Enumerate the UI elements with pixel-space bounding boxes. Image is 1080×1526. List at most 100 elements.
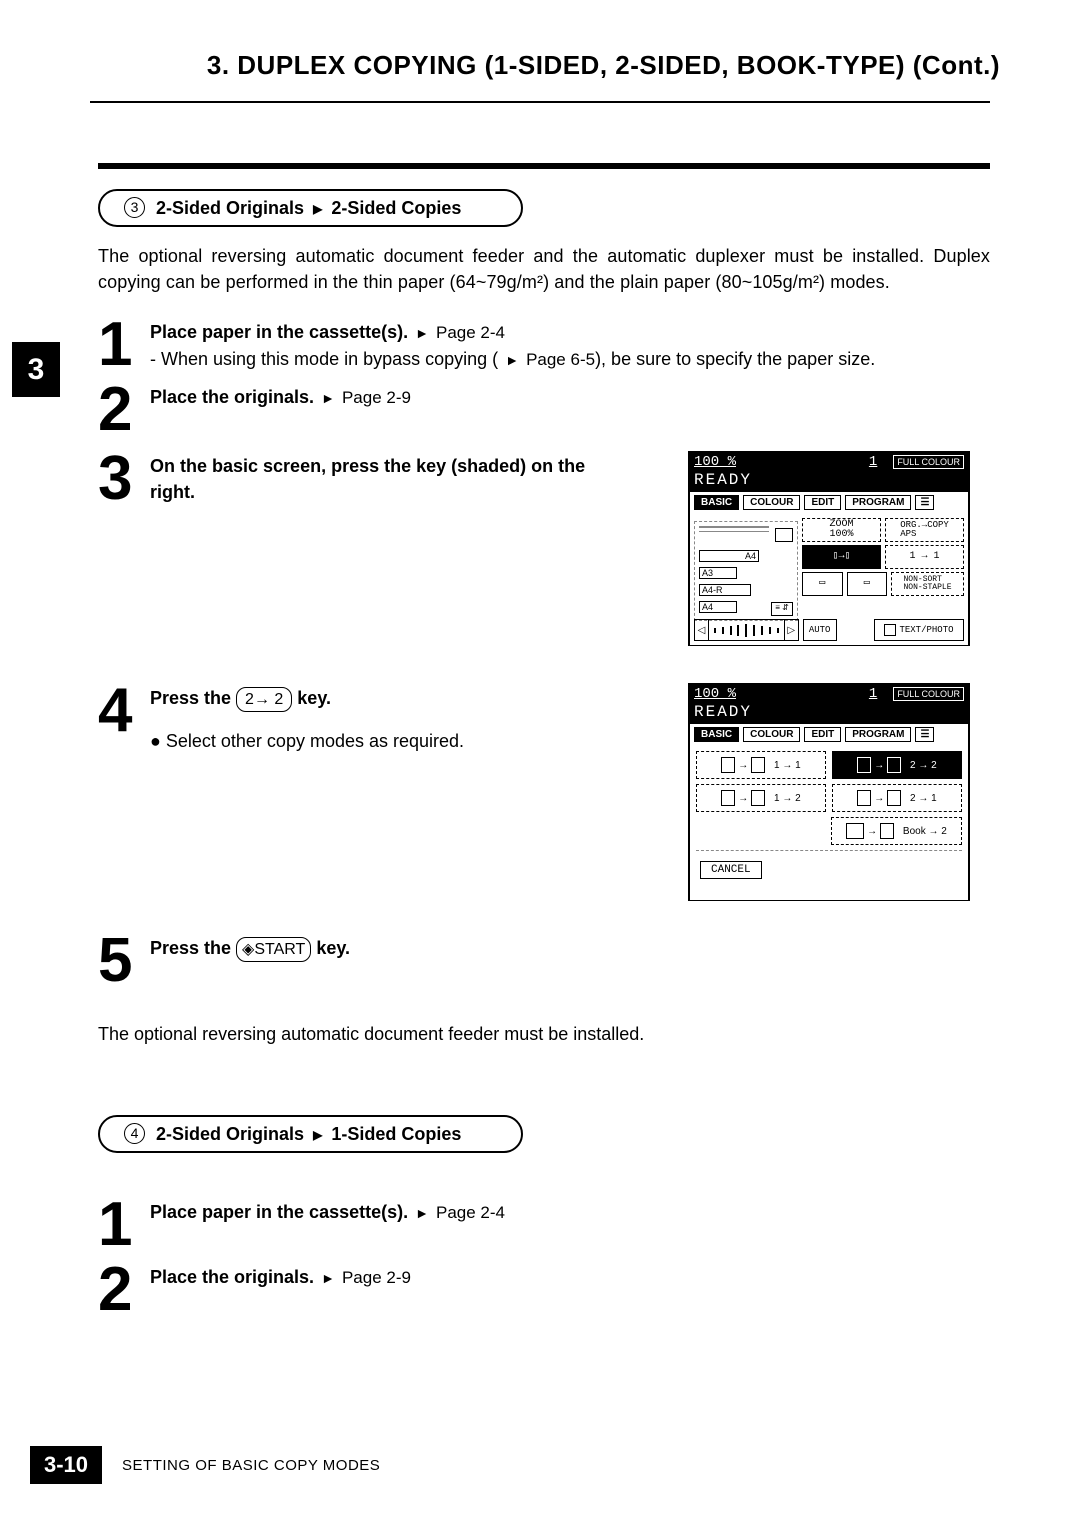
- lcd-body: BASIC COLOUR EDIT PROGRAM ☰ A4 A3 A4-R: [690, 492, 968, 645]
- finisher-icon-b[interactable]: ▭: [847, 572, 888, 596]
- s4-step1-bold: Place paper in the cassette(s).: [150, 1202, 408, 1222]
- section4-block: 4 2-Sided Originals ▶ 1-Sided Copies: [98, 1115, 990, 1153]
- step1-sub: - When using this mode in bypass copying…: [150, 349, 498, 369]
- dup-1-1-label: 1 → 1: [774, 760, 801, 771]
- bypass-icon: [775, 528, 793, 542]
- tab-edit-2[interactable]: EDIT: [804, 727, 841, 742]
- bottom-row: ◁ ▷ AUTO TEXT/PHOTO: [694, 619, 964, 641]
- step4-wrap: 4 Press the 2→ 2 key. ● Select other cop…: [98, 683, 990, 913]
- zoom-cell[interactable]: ZOOM 100%: [802, 518, 881, 542]
- text-photo-icon: [884, 624, 896, 636]
- heading4-text-b: 1-Sided Copies: [331, 1124, 461, 1144]
- step3-bold: On the basic screen, press the key (shad…: [150, 456, 585, 502]
- step2-ref: Page 2-9: [342, 388, 411, 407]
- tab-colour[interactable]: COLOUR: [743, 495, 800, 510]
- step4-bullet-text: Select other copy modes as required.: [166, 731, 464, 751]
- s4-step-2: 2 Place the originals. ► Page 2-9: [98, 1262, 990, 1317]
- ref-arrow-icon: ►: [505, 352, 519, 368]
- heading-text-a: 2-Sided Originals: [156, 198, 304, 218]
- s4-step-num-1: 1: [98, 1199, 150, 1252]
- s4-step-1: 1 Place paper in the cassette(s). ► Page…: [98, 1197, 990, 1252]
- zoom-pct: 100 %: [694, 454, 736, 470]
- copy-count: 1: [859, 454, 887, 470]
- tab-help-icon-2[interactable]: ☰: [915, 727, 934, 742]
- ready-label: READY: [688, 471, 970, 492]
- step-num-3: 3: [98, 453, 150, 506]
- full-colour-badge: FULL COLOUR: [893, 455, 964, 469]
- text-photo-key[interactable]: TEXT/PHOTO: [874, 619, 964, 641]
- step1-bold: Place paper in the cassette(s).: [150, 322, 408, 342]
- step-body-2: Place the originals. ► Page 2-9: [150, 382, 411, 411]
- dup-2-2[interactable]: → 2 → 2: [832, 751, 962, 779]
- content-area: 3 2-Sided Originals ▶ 2-Sided Copies The…: [98, 189, 990, 1316]
- full-colour-badge-2: FULL COLOUR: [893, 687, 964, 701]
- step3-wrap: 3 On the basic screen, press the key (sh…: [98, 451, 990, 651]
- step5-bold-a: Press the: [150, 938, 236, 958]
- lcd-screen-basic: 100 % 1 FULL COLOUR READY BASIC COLOUR E…: [688, 451, 970, 646]
- step-2: 2 Place the originals. ► Page 2-9: [98, 382, 990, 437]
- step-num-4: 4: [98, 685, 150, 738]
- lcd2-tabs: BASIC COLOUR EDIT PROGRAM ☰: [690, 724, 968, 745]
- tab-edit[interactable]: EDIT: [804, 495, 841, 510]
- tab-colour-2[interactable]: COLOUR: [743, 727, 800, 742]
- lcd-top: 100 % 1 FULL COLOUR: [688, 451, 970, 471]
- circled-3: 3: [124, 197, 145, 218]
- step-5: 5 Press the ◈START key.: [98, 933, 990, 988]
- density-left-icon[interactable]: ◁: [695, 620, 709, 640]
- dup-2-2-label: 2 → 2: [910, 760, 937, 771]
- right-col: ZOOM 100% ORG.→COPY APS ▯→▯ 1 → 1 ▭ ▭ NO…: [802, 518, 964, 599]
- one-to-one[interactable]: 1 → 1: [885, 545, 964, 569]
- tab-basic-2[interactable]: BASIC: [694, 727, 739, 742]
- step-body-1: Place paper in the cassette(s). ► Page 2…: [150, 317, 875, 372]
- page-number: 3-10: [30, 1446, 102, 1484]
- footer: 3-10 SETTING OF BASIC COPY MODES: [30, 1446, 380, 1484]
- ref-arrow-icon: ►: [321, 1270, 335, 1286]
- dup-1-1[interactable]: → 1 → 1: [696, 751, 826, 779]
- text-photo-label: TEXT/PHOTO: [899, 625, 953, 635]
- finisher-icon-a[interactable]: ▭: [802, 572, 843, 596]
- section-heading-3: 3 2-Sided Originals ▶ 2-Sided Copies: [98, 189, 523, 227]
- step-num-1: 1: [98, 319, 150, 372]
- density-bar[interactable]: ◁ ▷: [694, 619, 799, 641]
- paper-a4: A4: [745, 551, 756, 561]
- step5-bold-b: key.: [311, 938, 350, 958]
- step-num-5: 5: [98, 935, 150, 988]
- start-label: START: [254, 941, 305, 958]
- step4-bullet: ● Select other copy modes as required.: [150, 728, 464, 754]
- step4-bold-a: Press the: [150, 688, 236, 708]
- paper-a4r: A4-R: [702, 585, 723, 595]
- paper-updown-icon[interactable]: ≡ ⇵: [771, 602, 793, 616]
- s4-step2-bold: Place the originals.: [150, 1267, 314, 1287]
- dup-2-1[interactable]: → 2 → 1: [832, 784, 962, 812]
- header-rule: [90, 101, 990, 103]
- ref-arrow-icon: ►: [415, 1205, 429, 1221]
- dup-1-2[interactable]: → 1 → 2: [696, 784, 826, 812]
- duplex-shaded-key[interactable]: ▯→▯: [802, 545, 881, 569]
- tab-program[interactable]: PROGRAM: [845, 495, 911, 510]
- dup-2-1-label: 2 → 1: [910, 793, 937, 804]
- dup-book-2[interactable]: → Book → 2: [831, 817, 962, 845]
- heading-text-b: 2-Sided Copies: [331, 198, 461, 218]
- section-heading-4: 4 2-Sided Originals ▶ 1-Sided Copies: [98, 1115, 523, 1153]
- step1-subtail: ), be sure to specify the paper size.: [595, 349, 875, 369]
- lcd-screen-duplex: 100 % 1 FULL COLOUR READY BASIC COLOUR E…: [688, 683, 970, 901]
- step1-ref: Page 2-4: [436, 323, 505, 342]
- page-title: 3. DUPLEX COPYING (1-SIDED, 2-SIDED, BOO…: [70, 50, 1010, 81]
- section-rule: [98, 163, 990, 169]
- org-copy-cell[interactable]: ORG.→COPY APS: [885, 518, 964, 542]
- step-body-3: On the basic screen, press the key (shad…: [150, 451, 600, 505]
- tab-program-2[interactable]: PROGRAM: [845, 727, 911, 742]
- step-1: 1 Place paper in the cassette(s). ► Page…: [98, 317, 990, 372]
- tab-help-icon[interactable]: ☰: [915, 495, 934, 510]
- auto-key[interactable]: AUTO: [803, 619, 837, 641]
- tab-basic[interactable]: BASIC: [694, 495, 739, 510]
- key-start: ◈START: [236, 937, 311, 962]
- paper-a4b: A4: [702, 602, 713, 612]
- s4-step2-ref: Page 2-9: [342, 1268, 411, 1287]
- nonsort-cell[interactable]: NON-SORT NON-STAPLE: [891, 572, 964, 596]
- cancel-button[interactable]: CANCEL: [700, 861, 762, 879]
- circled-4: 4: [124, 1123, 145, 1144]
- step-num-2: 2: [98, 384, 150, 437]
- density-right-icon[interactable]: ▷: [784, 620, 798, 640]
- ready-label-2: READY: [688, 703, 970, 724]
